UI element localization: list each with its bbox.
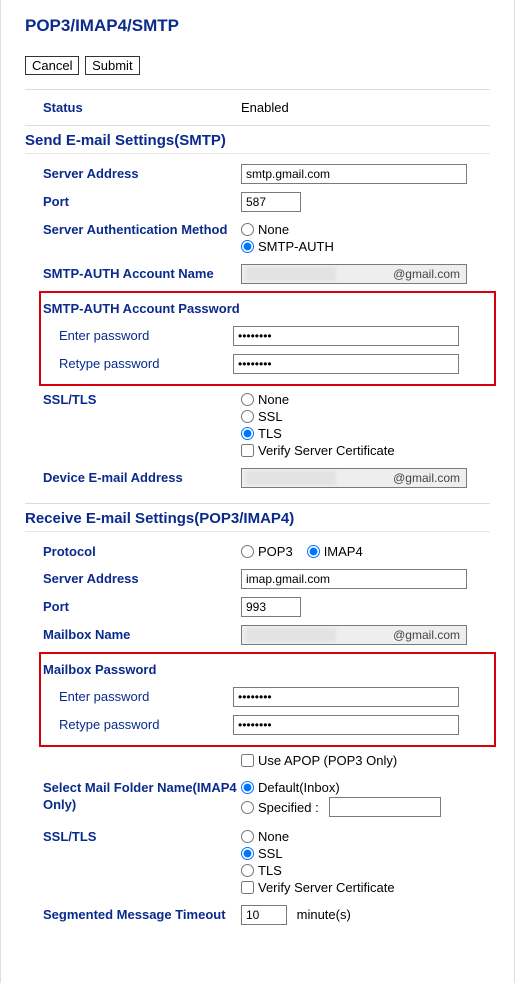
spacer — [43, 751, 241, 753]
divider — [25, 125, 490, 126]
smtp-auth-none-label: None — [258, 222, 289, 237]
smtp-password-retype-label: Retype password — [41, 354, 233, 374]
recv-section-header: Receive E-mail Settings(POP3/IMAP4) — [25, 510, 490, 527]
recv-folder-specified-label: Specified : — [258, 800, 319, 815]
smtp-ssl-tls-label: TLS — [258, 426, 282, 441]
recv-apop-label: Use APOP (POP3 Only) — [258, 753, 397, 768]
smtp-auth-smtp-label: SMTP-AUTH — [258, 239, 334, 254]
smtp-server-label: Server Address — [43, 164, 241, 183]
recv-protocol-pop3-label: POP3 — [258, 544, 293, 559]
recv-server-label: Server Address — [43, 569, 241, 588]
smtp-ssl-none-label: None — [258, 392, 289, 407]
status-row: Status Enabled — [25, 90, 490, 125]
redacted-icon — [246, 628, 336, 642]
redacted-icon — [246, 267, 336, 281]
smtp-server-input[interactable] — [241, 164, 467, 184]
smtp-ssl-tls-radio[interactable] — [241, 427, 254, 440]
smtp-port-label: Port — [43, 192, 241, 211]
recv-timeout-input[interactable] — [241, 905, 287, 925]
recv-password-header: Mailbox Password — [43, 662, 490, 677]
recv-ssl-ssl-radio[interactable] — [241, 847, 254, 860]
smtp-account-suffix: @gmail.com — [393, 267, 460, 281]
smtp-ssl-ssl-radio[interactable] — [241, 410, 254, 423]
status-label: Status — [43, 100, 241, 115]
recv-ssl-tls-label: TLS — [258, 863, 282, 878]
redacted-icon — [246, 471, 336, 485]
smtp-ssl-verify-checkbox[interactable] — [241, 444, 254, 457]
recv-folder-specified-radio[interactable] — [241, 801, 254, 814]
smtp-password-enter-input[interactable] — [233, 326, 459, 346]
smtp-account-field[interactable]: @gmail.com — [241, 264, 467, 284]
recv-password-highlight: Mailbox Password Enter password Retype p… — [39, 652, 496, 747]
recv-port-label: Port — [43, 597, 241, 616]
recv-folder-default-radio[interactable] — [241, 781, 254, 794]
smtp-ssl-none-radio[interactable] — [241, 393, 254, 406]
recv-password-retype-label: Retype password — [41, 715, 233, 735]
recv-server-input[interactable] — [241, 569, 467, 589]
recv-folder-label: Select Mail Folder Name(IMAP4 Only) — [43, 778, 241, 814]
recv-folder-specified-input[interactable] — [329, 797, 441, 817]
page-title: POP3/IMAP4/SMTP — [25, 16, 490, 36]
submit-button[interactable]: Submit — [85, 56, 139, 75]
recv-timeout-unit: minute(s) — [297, 907, 351, 922]
smtp-password-retype-input[interactable] — [233, 354, 459, 374]
smtp-device-email-label: Device E-mail Address — [43, 468, 241, 487]
recv-apop-checkbox[interactable] — [241, 754, 254, 767]
recv-password-enter-label: Enter password — [41, 687, 233, 707]
recv-protocol-pop3-radio[interactable] — [241, 545, 254, 558]
recv-mailbox-field[interactable]: @gmail.com — [241, 625, 467, 645]
smtp-port-input[interactable] — [241, 192, 301, 212]
recv-ssl-tls-radio[interactable] — [241, 864, 254, 877]
status-value: Enabled — [241, 100, 289, 115]
smtp-account-label: SMTP-AUTH Account Name — [43, 264, 241, 283]
smtp-device-email-suffix: @gmail.com — [393, 471, 460, 485]
recv-ssl-verify-checkbox[interactable] — [241, 881, 254, 894]
recv-folder-default-label: Default(Inbox) — [258, 780, 340, 795]
recv-mailbox-suffix: @gmail.com — [393, 628, 460, 642]
smtp-auth-smtp-radio[interactable] — [241, 240, 254, 253]
recv-password-enter-input[interactable] — [233, 687, 459, 707]
cancel-button[interactable]: Cancel — [25, 56, 79, 75]
recv-mailbox-label: Mailbox Name — [43, 625, 241, 644]
recv-ssl-label: SSL/TLS — [43, 827, 241, 846]
recv-port-input[interactable] — [241, 597, 301, 617]
recv-ssl-ssl-label: SSL — [258, 846, 283, 861]
smtp-section-header: Send E-mail Settings(SMTP) — [25, 132, 490, 149]
smtp-ssl-verify-label: Verify Server Certificate — [258, 443, 395, 458]
smtp-ssl-label: SSL/TLS — [43, 390, 241, 409]
recv-password-retype-input[interactable] — [233, 715, 459, 735]
smtp-device-email-field[interactable]: @gmail.com — [241, 468, 467, 488]
button-bar: Cancel Submit — [25, 56, 490, 75]
smtp-password-enter-label: Enter password — [41, 326, 233, 346]
divider — [25, 503, 490, 504]
recv-timeout-label: Segmented Message Timeout — [43, 905, 241, 924]
recv-protocol-imap4-radio[interactable] — [307, 545, 320, 558]
smtp-password-highlight: SMTP-AUTH Account Password Enter passwor… — [39, 291, 496, 386]
recv-ssl-none-label: None — [258, 829, 289, 844]
smtp-password-header: SMTP-AUTH Account Password — [43, 301, 490, 316]
smtp-auth-none-radio[interactable] — [241, 223, 254, 236]
recv-ssl-none-radio[interactable] — [241, 830, 254, 843]
recv-protocol-label: Protocol — [43, 542, 241, 561]
recv-protocol-imap4-label: IMAP4 — [324, 544, 363, 559]
smtp-ssl-ssl-label: SSL — [258, 409, 283, 424]
smtp-auth-method-label: Server Authentication Method — [43, 220, 241, 239]
recv-ssl-verify-label: Verify Server Certificate — [258, 880, 395, 895]
